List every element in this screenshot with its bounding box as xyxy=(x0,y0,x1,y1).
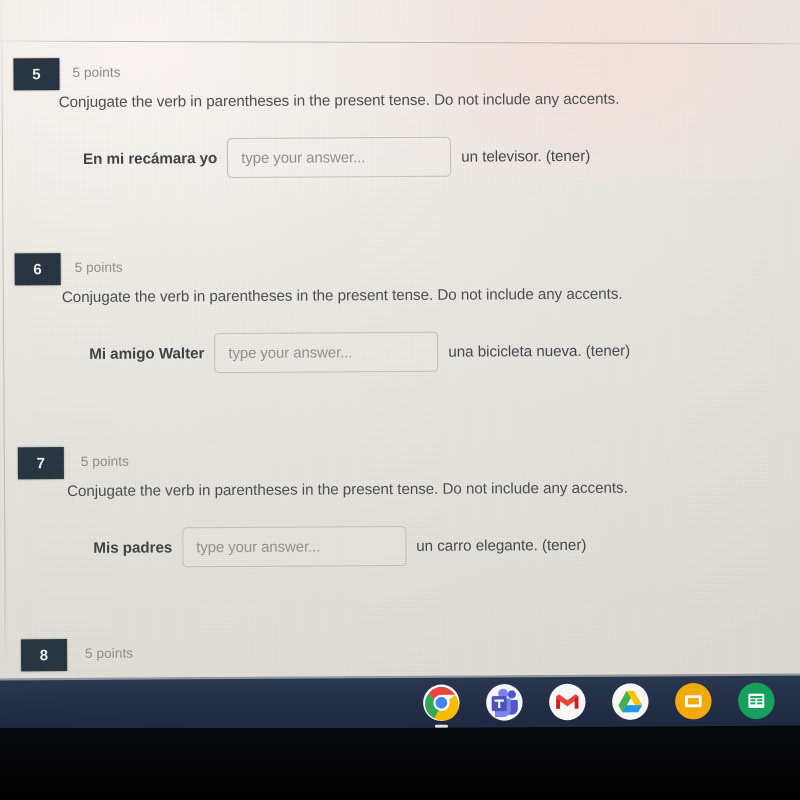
question-points-8: 5 points xyxy=(84,645,134,661)
question-prompt-5: Conjugate the verb in parentheses in the… xyxy=(58,90,620,112)
chrome-icon[interactable] xyxy=(422,684,460,728)
question-block-7: 7 5 points Conjugate the verb in parenth… xyxy=(0,443,800,568)
taskbar-shelf xyxy=(0,673,800,731)
sentence-after-5: un televisor. (tener) xyxy=(461,147,591,166)
screen-bezel-bottom xyxy=(0,728,800,800)
question-header-6: 6 5 points xyxy=(0,249,800,288)
laptop-screen: 5 5 points Conjugate the verb in parenth… xyxy=(0,0,800,731)
question-prompt-6: Conjugate the verb in parentheses in the… xyxy=(61,285,623,307)
sentence-after-6: una bicicleta nueva. (tener) xyxy=(448,342,631,361)
quiz-page: 5 5 points Conjugate the verb in parenth… xyxy=(0,0,800,685)
sentence-after-7: un carro elegante. (tener) xyxy=(416,536,587,555)
question-block-5: 5 5 points Conjugate the verb in parenth… xyxy=(0,54,800,179)
answer-row-5: En mi recámara yo type your answer... un… xyxy=(83,136,590,179)
microsoft-teams-icon[interactable] xyxy=(485,683,523,721)
question-points-6: 5 points xyxy=(74,259,123,275)
page-left-rule xyxy=(1,0,7,685)
answer-row-7: Mis padres type your answer... un carro … xyxy=(93,525,586,568)
google-drive-icon[interactable] xyxy=(611,682,649,720)
answer-input-6[interactable]: type your answer... xyxy=(214,331,439,374)
question-points-5: 5 points xyxy=(72,64,121,81)
answer-input-7[interactable]: type your answer... xyxy=(182,525,407,568)
answer-row-6: Mi amigo Walter type your answer... una … xyxy=(89,331,630,374)
google-slides-icon[interactable] xyxy=(674,682,712,720)
question-number-badge-6: 6 xyxy=(14,253,61,286)
question-number-badge-7: 7 xyxy=(17,447,64,480)
sentence-before-7: Mis padres xyxy=(93,538,173,557)
section-divider xyxy=(0,40,800,45)
question-prompt-7: Conjugate the verb in parentheses in the… xyxy=(66,479,628,501)
gmail-icon[interactable] xyxy=(548,683,586,721)
question-header-5: 5 5 points xyxy=(0,54,800,93)
sentence-before-5: En mi recámara yo xyxy=(82,149,218,168)
answer-input-5[interactable]: type your answer... xyxy=(227,136,452,179)
question-header-8: 8 5 points xyxy=(0,635,800,674)
question-number-badge-8: 8 xyxy=(20,639,68,672)
shelf-icon-strip xyxy=(422,682,775,728)
question-points-7: 5 points xyxy=(80,453,130,469)
question-block-6: 6 5 points Conjugate the verb in parenth… xyxy=(0,249,800,374)
google-sheets-icon[interactable] xyxy=(737,682,775,720)
photo-of-laptop-screen: 5 5 points Conjugate the verb in parenth… xyxy=(0,0,800,800)
question-block-8: 8 5 points xyxy=(0,635,800,674)
question-header-7: 7 5 points xyxy=(0,443,800,482)
question-number-badge-5: 5 xyxy=(13,58,60,91)
sentence-before-6: Mi amigo Walter xyxy=(89,344,205,363)
